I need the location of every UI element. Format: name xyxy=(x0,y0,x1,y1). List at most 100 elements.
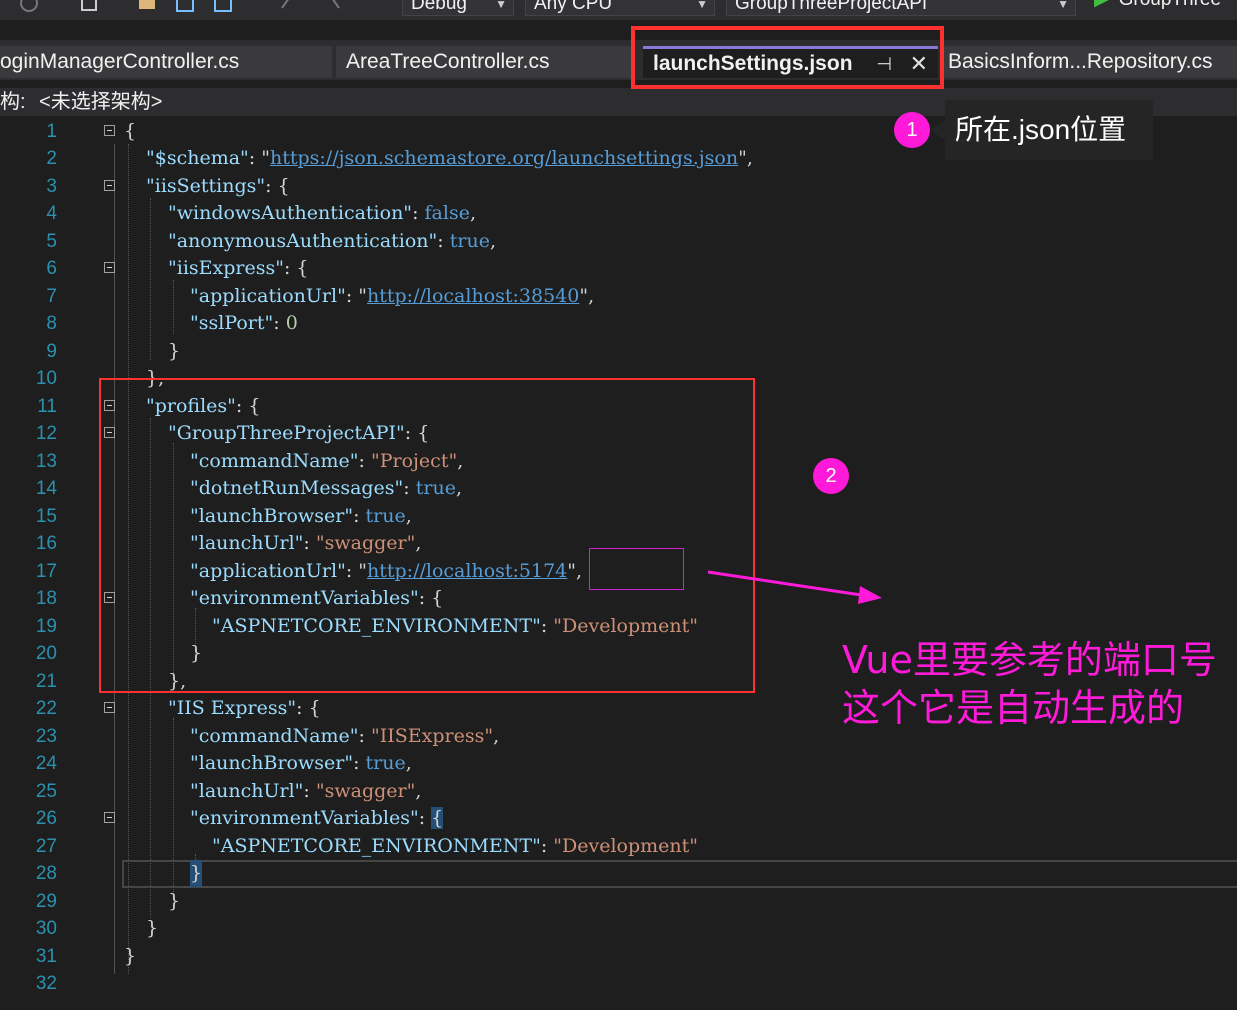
tab-label: AreaTreeController.cs xyxy=(346,50,550,73)
tab-label: oginManagerController.cs xyxy=(0,50,240,73)
line-number: 13 xyxy=(35,451,57,472)
code-line: 6 "iisExpress": { xyxy=(0,255,1237,282)
line-number: 4 xyxy=(46,203,57,224)
line-number: 5 xyxy=(46,231,57,252)
chevron-down-icon: ▼ xyxy=(696,0,708,11)
back-icon[interactable] xyxy=(20,0,38,12)
line-number: 8 xyxy=(46,313,57,334)
startup-project-dropdown[interactable]: GroupThreeProjectAPI ▼ xyxy=(726,0,1076,16)
run-button[interactable]: ▶ GroupThree xyxy=(1094,0,1221,11)
startup-project-value: GroupThreeProjectAPI xyxy=(735,0,928,14)
line-number: 7 xyxy=(46,286,57,307)
tab-login-manager-controller[interactable]: oginManagerController.cs xyxy=(0,46,332,78)
json-value: "IISExpress" xyxy=(371,725,494,747)
code-line: 28 xyxy=(0,860,60,887)
line-number: 27 xyxy=(35,836,57,857)
line-number: 32 xyxy=(35,973,57,994)
line-number: 20 xyxy=(35,643,57,664)
code-line: 30} xyxy=(0,915,1237,942)
json-key: "launchBrowser" xyxy=(190,752,354,774)
json-value: true xyxy=(449,230,490,252)
tab-bar: oginManagerController.cs AreaTreeControl… xyxy=(0,40,1237,80)
platform-dropdown[interactable]: Any CPU ▼ xyxy=(525,0,715,16)
line-number: 14 xyxy=(35,478,57,499)
configuration-value: Debug xyxy=(411,0,467,14)
undo-icon[interactable] xyxy=(280,0,298,12)
json-value: false xyxy=(424,202,470,224)
step-badge-1: 1 xyxy=(894,112,930,148)
tooltip-json-location: 所在.json位置 xyxy=(945,100,1153,160)
json-value: "Development" xyxy=(553,835,699,857)
code-line: 26 "environmentVariables": { xyxy=(0,805,1237,832)
platform-value: Any CPU xyxy=(534,0,613,14)
line-number: 10 xyxy=(35,368,57,389)
line-number: 23 xyxy=(35,726,57,747)
tab-basics-inform-repository[interactable]: BasicsInform...Repository.cs xyxy=(940,46,1237,78)
toolbar: Debug ▼ Any CPU ▼ GroupThreeProjectAPI ▼ ▶ G… xyxy=(0,0,1237,20)
schema-link[interactable]: https://json.schemastore.org/launchsetti… xyxy=(270,147,738,169)
tab-label: BasicsInform...Repository.cs xyxy=(948,50,1213,73)
json-value: true xyxy=(365,752,406,774)
url-link[interactable]: http://localhost:38540 xyxy=(367,285,579,307)
code-line: 4 "windowsAuthentication": false, xyxy=(0,200,1237,227)
tab-area-tree-controller[interactable]: AreaTreeController.cs xyxy=(336,46,632,78)
json-value: 0 xyxy=(285,312,298,334)
code-line: 31} xyxy=(0,943,1237,970)
json-key: "ASPNETCORE_ENVIRONMENT" xyxy=(212,835,541,857)
code-text: } xyxy=(124,945,137,967)
code-line: 25 "launchUrl": "swagger", xyxy=(0,778,1237,805)
json-key: "sslPort" xyxy=(190,312,274,334)
highlight-box-tab xyxy=(631,26,944,89)
json-key: "iisSettings" xyxy=(146,175,266,197)
code-text: } xyxy=(146,917,159,939)
run-label: GroupThree xyxy=(1119,0,1221,10)
configuration-dropdown[interactable]: Debug ▼ xyxy=(402,0,514,16)
line-number: 19 xyxy=(35,616,57,637)
line-number: 11 xyxy=(37,396,57,417)
code-line: } xyxy=(122,860,1237,888)
line-number: 15 xyxy=(35,506,57,527)
collapse-icon[interactable] xyxy=(104,262,115,273)
line-number: 26 xyxy=(35,808,57,829)
tooltip-arrow xyxy=(930,120,945,140)
collapse-icon[interactable] xyxy=(104,180,115,191)
annotation-note-line: Vue里要参考的端口号 xyxy=(842,638,1217,682)
save-all-icon[interactable] xyxy=(214,0,232,12)
json-key: "launchUrl" xyxy=(190,780,304,802)
annotation-arrow xyxy=(707,570,882,604)
json-value: "swagger" xyxy=(315,780,416,802)
schema-prefix: 构: xyxy=(0,91,26,113)
open-folder-icon[interactable] xyxy=(138,0,156,12)
json-key: "applicationUrl" xyxy=(190,285,346,307)
json-key: "IIS Express" xyxy=(168,697,297,719)
chevron-down-icon: ▼ xyxy=(1057,0,1069,11)
collapse-icon[interactable] xyxy=(104,125,115,136)
code-line: 24 "launchBrowser": true, xyxy=(0,750,1237,777)
line-number: 30 xyxy=(35,918,57,939)
code-text: } xyxy=(168,890,181,912)
code-line: 3 "iisSettings": { xyxy=(0,173,1237,200)
collapse-icon[interactable] xyxy=(104,702,115,713)
save-icon[interactable] xyxy=(176,0,194,12)
solution-icon[interactable] xyxy=(80,0,98,12)
code-line: 5 "anonymousAuthentication": true, xyxy=(0,228,1237,255)
line-number: 24 xyxy=(35,753,57,774)
schema-dropdown[interactable]: <未选择架构> xyxy=(39,91,162,113)
line-number: 2 xyxy=(46,148,57,169)
line-number: 1 xyxy=(46,121,57,142)
chevron-down-icon: ▼ xyxy=(495,0,507,11)
line-number: 17 xyxy=(35,561,57,582)
json-key: "$schema" xyxy=(146,147,249,169)
play-icon: ▶ xyxy=(1094,0,1109,10)
code-line: 9} xyxy=(0,338,1237,365)
redo-icon[interactable] xyxy=(330,0,348,12)
code-line: 27 "ASPNETCORE_ENVIRONMENT": "Development… xyxy=(0,833,1237,860)
line-number: 3 xyxy=(46,176,57,197)
line-number: 6 xyxy=(46,258,57,279)
line-number: 28 xyxy=(35,863,57,884)
code-text: } xyxy=(190,860,203,887)
line-number: 22 xyxy=(35,698,57,719)
collapse-icon[interactable] xyxy=(104,812,115,823)
json-key: "windowsAuthentication" xyxy=(168,202,413,224)
highlight-box-port xyxy=(589,548,684,590)
